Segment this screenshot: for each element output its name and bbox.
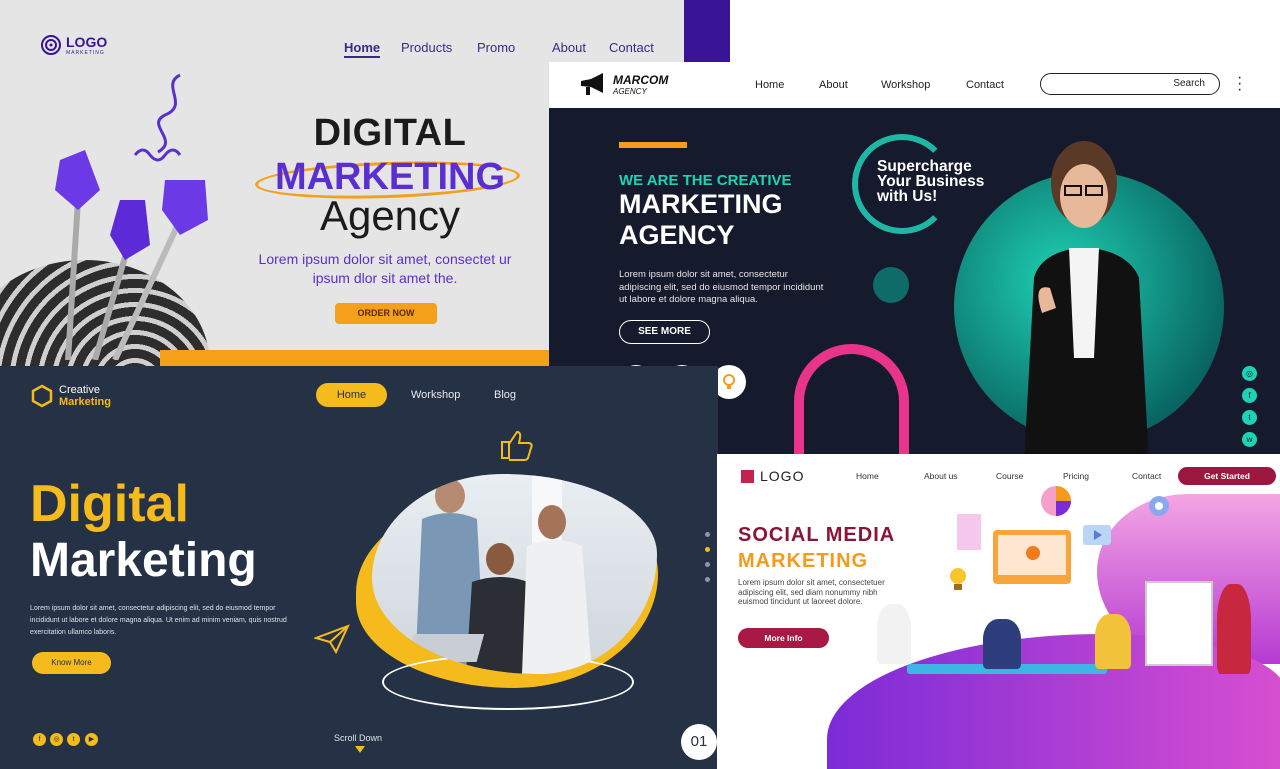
hero-title-line2: Marketing — [30, 534, 257, 587]
document-icon — [957, 514, 981, 550]
logo-subtext: MARKETING — [66, 50, 105, 56]
purple-corner-strip — [684, 0, 730, 64]
search-label: Search — [1173, 78, 1205, 89]
hero-title-line3: Agency — [319, 192, 461, 239]
supercharge-line1: Supercharge — [877, 158, 972, 175]
nav-about-us[interactable]: About us — [924, 471, 958, 481]
hero-body-text: Lorem ipsum dolor sit amet, consectetur … — [30, 605, 287, 636]
hero-body-text: Lorem ipsum dolor sit amet, consectetur … — [619, 269, 824, 305]
more-menu-icon[interactable]: · · · — [1237, 70, 1242, 98]
creative-marketing-panel: Creative Marketing Home Workshop Blog Di… — [0, 366, 718, 769]
logo-text: MARCOM — [613, 72, 669, 87]
slide-dot-active[interactable] — [705, 547, 710, 552]
person-illustration — [1095, 614, 1131, 669]
instagram-icon[interactable]: ◎ — [50, 733, 63, 746]
logo-subtext: AGENCY — [613, 86, 647, 96]
logo-text: LOGO — [760, 468, 805, 484]
nav-contact[interactable]: Contact — [1132, 471, 1161, 481]
order-now-button[interactable]: ORDER NOW — [335, 303, 437, 324]
person-illustration — [877, 604, 911, 664]
instagram-icon[interactable]: ◎ — [1242, 366, 1257, 381]
small-circle-decoration — [873, 267, 909, 303]
nav-blog[interactable]: Blog — [494, 389, 516, 401]
slide-dot[interactable] — [705, 562, 710, 567]
nav-pricing[interactable]: Pricing — [1063, 471, 1089, 481]
logo-line1: Creative — [59, 384, 100, 396]
hexagon-logo-icon — [31, 384, 53, 408]
logo-line2: Marketing — [59, 396, 111, 408]
collage: LOGO MARKETING Home Products Promo About… — [0, 0, 1280, 769]
tagline: WE ARE THE CREATIVE — [619, 172, 792, 189]
nav-contact[interactable]: Contact — [966, 79, 1004, 91]
twitter-icon[interactable]: t — [1242, 410, 1257, 425]
search-input[interactable]: Search — [1040, 73, 1220, 95]
whatsapp-icon[interactable]: w — [1242, 432, 1257, 447]
brand-logo[interactable]: Creative Marketing — [30, 384, 111, 408]
get-started-button[interactable]: Get Started — [1178, 467, 1276, 485]
social-media-marketing-panel: LOGO Home About us Course Pricing Contac… — [717, 454, 1280, 769]
paper-plane-icon — [314, 624, 350, 654]
hero-title-line1: Digital — [30, 475, 189, 533]
scroll-down-arrow-icon[interactable] — [355, 746, 365, 753]
presentation-board-illustration — [1145, 581, 1213, 666]
hero-title-line2: MARKETING — [738, 550, 869, 572]
video-screen-illustration — [993, 530, 1071, 584]
lightbulb-icon — [950, 568, 966, 590]
target-logo-icon — [41, 35, 61, 55]
gear-icon — [1149, 496, 1169, 516]
nav-home[interactable]: Home — [755, 79, 784, 91]
know-more-button[interactable]: Know More — [32, 652, 111, 674]
see-more-button[interactable]: SEE MORE — [619, 320, 710, 344]
nav-home[interactable]: Home — [344, 40, 381, 58]
businesswoman-photo — [1024, 141, 1149, 464]
darts-illustration — [55, 73, 208, 360]
header-bar: MARCOM AGENCY Home About Workshop Contac… — [549, 62, 1280, 108]
square-logo-icon — [741, 469, 754, 483]
thumbs-up-icon — [501, 430, 533, 461]
hero-title-line1: MARKETING — [619, 189, 783, 219]
page-number-badge: 01 — [681, 724, 717, 760]
play-icon — [1026, 546, 1040, 560]
orange-accent-bar — [619, 142, 687, 148]
slide-dot[interactable] — [705, 577, 710, 582]
facebook-icon[interactable]: f — [33, 733, 46, 746]
video-icon — [1083, 525, 1111, 545]
more-info-button[interactable]: More Info — [738, 628, 829, 648]
youtube-icon[interactable]: ▶ — [85, 733, 98, 746]
hero-title-line1: DIGITAL — [313, 112, 467, 154]
hero-title-line2: AGENCY — [619, 220, 735, 250]
nav-home-button[interactable]: Home — [316, 383, 387, 407]
nav-workshop[interactable]: Workshop — [881, 79, 930, 91]
hero-title: MARKETING AGENCY — [619, 189, 783, 251]
hero-body-text: Lorem ipsum dolor sit amet, consectet ur… — [258, 251, 512, 286]
slide-dot[interactable] — [705, 532, 710, 537]
pie-chart-icon — [1041, 486, 1071, 516]
paperclip-decoration — [794, 344, 909, 464]
brand-logo[interactable]: MARCOM AGENCY — [579, 71, 668, 97]
supercharge-line2: Your Business — [877, 173, 985, 190]
supercharge-text: Supercharge Your Business with Us! — [877, 158, 985, 205]
nav-home[interactable]: Home — [856, 471, 879, 481]
scroll-down-label[interactable]: Scroll Down — [334, 733, 382, 743]
megaphone-icon — [581, 73, 603, 95]
brand-logo[interactable]: LOGO — [741, 468, 804, 484]
brand-logo[interactable]: LOGO MARKETING — [40, 34, 107, 56]
nav-workshop[interactable]: Workshop — [411, 389, 460, 401]
nav-contact[interactable]: Contact — [609, 40, 654, 55]
nav-course[interactable]: Course — [996, 471, 1023, 481]
supercharge-line3: with Us! — [877, 188, 938, 205]
person-illustration — [1217, 584, 1251, 674]
nav-products[interactable]: Products — [401, 40, 452, 55]
person-illustration — [983, 619, 1021, 669]
nav-promo[interactable]: Promo — [477, 40, 515, 55]
hero-body-text: Lorem ipsum dolor sit amet, consectetuer… — [738, 578, 885, 606]
twitter-icon[interactable]: t — [67, 733, 80, 746]
nav-about[interactable]: About — [819, 79, 848, 91]
facebook-icon[interactable]: f — [1242, 388, 1257, 403]
hero-title-line1: SOCIAL MEDIA — [738, 524, 896, 546]
nav-about[interactable]: About — [552, 40, 586, 55]
logo-text: LOGO — [66, 34, 108, 50]
